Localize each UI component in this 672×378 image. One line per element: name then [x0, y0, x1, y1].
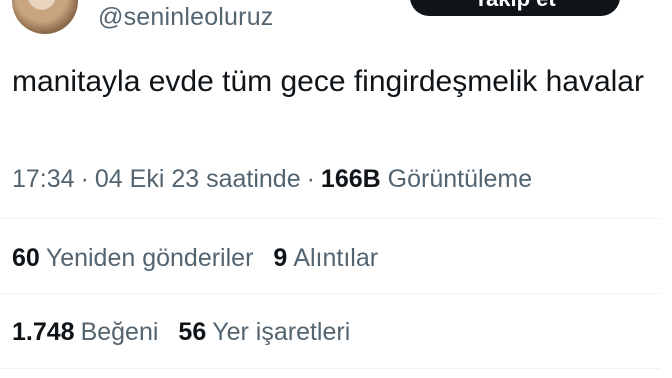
meta-separator: · — [306, 165, 315, 193]
bookmarks-count: 56 — [178, 318, 207, 346]
reposts-stat[interactable]: 60 Yeniden gönderiler — [12, 244, 253, 272]
tweet-time[interactable]: 17:34 — [12, 165, 75, 193]
likes-stat[interactable]: 1.748 Beğeni — [12, 318, 158, 346]
meta-separator: · — [80, 165, 89, 193]
follow-button[interactable]: Takip et — [410, 0, 620, 16]
divider — [0, 218, 660, 219]
tweet-date[interactable]: 04 Eki 23 saatinde — [95, 165, 301, 193]
quotes-count: 9 — [273, 244, 288, 272]
tweet-meta: 17:34 · 04 Eki 23 saatinde · 166B Görüntülem… — [12, 165, 532, 194]
likes-count: 1.748 — [12, 318, 75, 346]
divider — [0, 293, 660, 294]
reposts-label: Yeniden gönderiler — [45, 244, 254, 272]
follow-button-label: Takip et — [474, 0, 556, 12]
reposts-count: 60 — [12, 244, 40, 272]
views-label: Görüntüleme — [387, 165, 533, 193]
quotes-label: Alıntılar — [293, 244, 379, 272]
user-handle[interactable]: @seninleoluruz — [98, 3, 274, 32]
bookmarks-stat[interactable]: 56 Yer işaretleri — [178, 318, 350, 346]
tweet-text: manitayla evde tüm gece fingirdeşmelik h… — [12, 65, 644, 98]
avatar[interactable] — [12, 0, 78, 34]
quotes-stat[interactable]: 9 Alıntılar — [273, 244, 378, 272]
stats-row-reposts: 60 Yeniden gönderiler 9 Alıntılar — [12, 244, 378, 273]
bookmarks-label: Yer işaretleri — [212, 318, 351, 346]
likes-label: Beğeni — [80, 318, 159, 346]
divider — [0, 368, 660, 369]
views-count: 166B — [320, 165, 381, 193]
stats-row-likes: 1.748 Beğeni 56 Yer işaretleri — [12, 318, 350, 347]
